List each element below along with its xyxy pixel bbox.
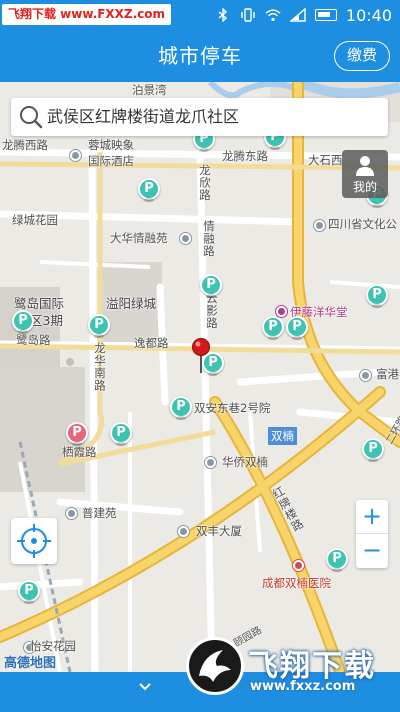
search-bar[interactable]: 武侯区红牌楼街道龙爪社区: [11, 98, 388, 136]
poi-dot: [70, 150, 81, 161]
my-profile-button[interactable]: 我的: [342, 150, 388, 198]
parking-marker[interactable]: P: [262, 316, 284, 340]
map-label: 蓉城映象: [88, 138, 134, 152]
poi-dot: [205, 457, 216, 468]
map-label: 富港: [376, 367, 399, 381]
watermark-logo-icon: [186, 637, 244, 695]
status-icons: 10:40: [215, 0, 392, 30]
pay-button[interactable]: 缴费: [334, 41, 390, 71]
watermark-logo: 飞翔下载 www.fxxz.com: [186, 637, 400, 697]
status-bar: 飞翔下载 www.FXXZ.com 10:40: [0, 0, 400, 30]
map-label: 龙腾西路: [2, 138, 48, 152]
map-label: 龙华南路: [93, 342, 107, 392]
poi-dot: [293, 560, 304, 571]
parking-marker[interactable]: P: [362, 438, 384, 462]
poi-dot: [66, 508, 77, 519]
poi-dot: [180, 233, 191, 244]
map-label: 鹭岛路: [16, 333, 51, 347]
search-icon: [20, 106, 43, 129]
map-view[interactable]: 泊景湾 龙腾西路 蓉城映象 国际酒店 龙腾东路 大石西 龙欣路 绿城花园 情融路…: [0, 82, 400, 672]
parking-marker[interactable]: P: [110, 422, 132, 446]
map-label: 普建苑: [82, 506, 117, 520]
map-label: 成都双楠医院: [262, 576, 331, 590]
parking-marker[interactable]: P: [366, 284, 388, 308]
watermark-url: www.fxxz.com: [250, 679, 356, 694]
parking-marker[interactable]: P: [286, 316, 308, 340]
parking-marker[interactable]: P: [138, 178, 160, 202]
vibrate-icon: [240, 8, 256, 22]
parking-marker[interactable]: P: [88, 314, 110, 338]
poi-dot: [314, 220, 325, 231]
map-provider-logo: 高德地图: [4, 656, 57, 671]
map-label: 双楠: [268, 427, 297, 445]
map-label: 国际酒店: [88, 154, 134, 168]
battery-icon: [314, 9, 337, 21]
map-label: 华侨双楠: [222, 455, 268, 469]
my-profile-label: 我的: [352, 180, 377, 194]
signal-icon: [289, 8, 306, 22]
location-pin-icon: [192, 338, 210, 373]
map-label: 龙欣路: [198, 164, 212, 202]
chevron-down-icon[interactable]: [138, 680, 152, 694]
map-label: 大华情融苑: [110, 231, 168, 245]
zoom-in-button[interactable]: +: [356, 500, 388, 534]
parking-marker[interactable]: P: [200, 274, 222, 298]
clock: 10:40: [345, 5, 392, 25]
map-label: 双丰大厦: [196, 524, 242, 538]
crosshair-icon: [17, 524, 51, 558]
zoom-control: + −: [356, 500, 388, 568]
search-input[interactable]: 武侯区红牌楼街道龙爪社区: [47, 98, 239, 136]
parking-marker[interactable]: P: [326, 548, 348, 572]
app-header: 城市停车 缴费: [0, 30, 400, 82]
map-label: 逸都路: [134, 336, 169, 350]
watermark-banner: 飞翔下载 www.FXXZ.com: [2, 4, 172, 25]
map-label: 区3期: [30, 313, 63, 328]
map-label: 溢阳绿城: [106, 296, 157, 311]
poi-dot: [276, 306, 287, 317]
parking-marker[interactable]: P: [12, 310, 34, 334]
poi-dot: [178, 526, 189, 537]
parking-marker[interactable]: P: [170, 396, 192, 420]
wifi-icon: [265, 8, 281, 22]
parking-marker[interactable]: P: [66, 422, 88, 446]
map-label: 泊景湾: [132, 83, 167, 97]
map-label: 双安东巷2号院: [194, 401, 271, 415]
user-icon: [356, 156, 374, 176]
map-label: 龙腾东路: [222, 149, 268, 163]
zoom-out-button[interactable]: −: [356, 534, 388, 568]
parking-marker[interactable]: P: [18, 580, 40, 604]
map-label: 四川省文化公: [328, 217, 397, 231]
map-label: 大石西: [308, 153, 343, 167]
map-label: 栖霞路: [62, 445, 97, 459]
bluetooth-icon: [215, 8, 231, 22]
map-label: 绿城花园: [12, 213, 58, 227]
poi-dot: [360, 370, 371, 381]
locate-button[interactable]: [11, 518, 57, 564]
map-label: 情融路: [202, 220, 216, 258]
